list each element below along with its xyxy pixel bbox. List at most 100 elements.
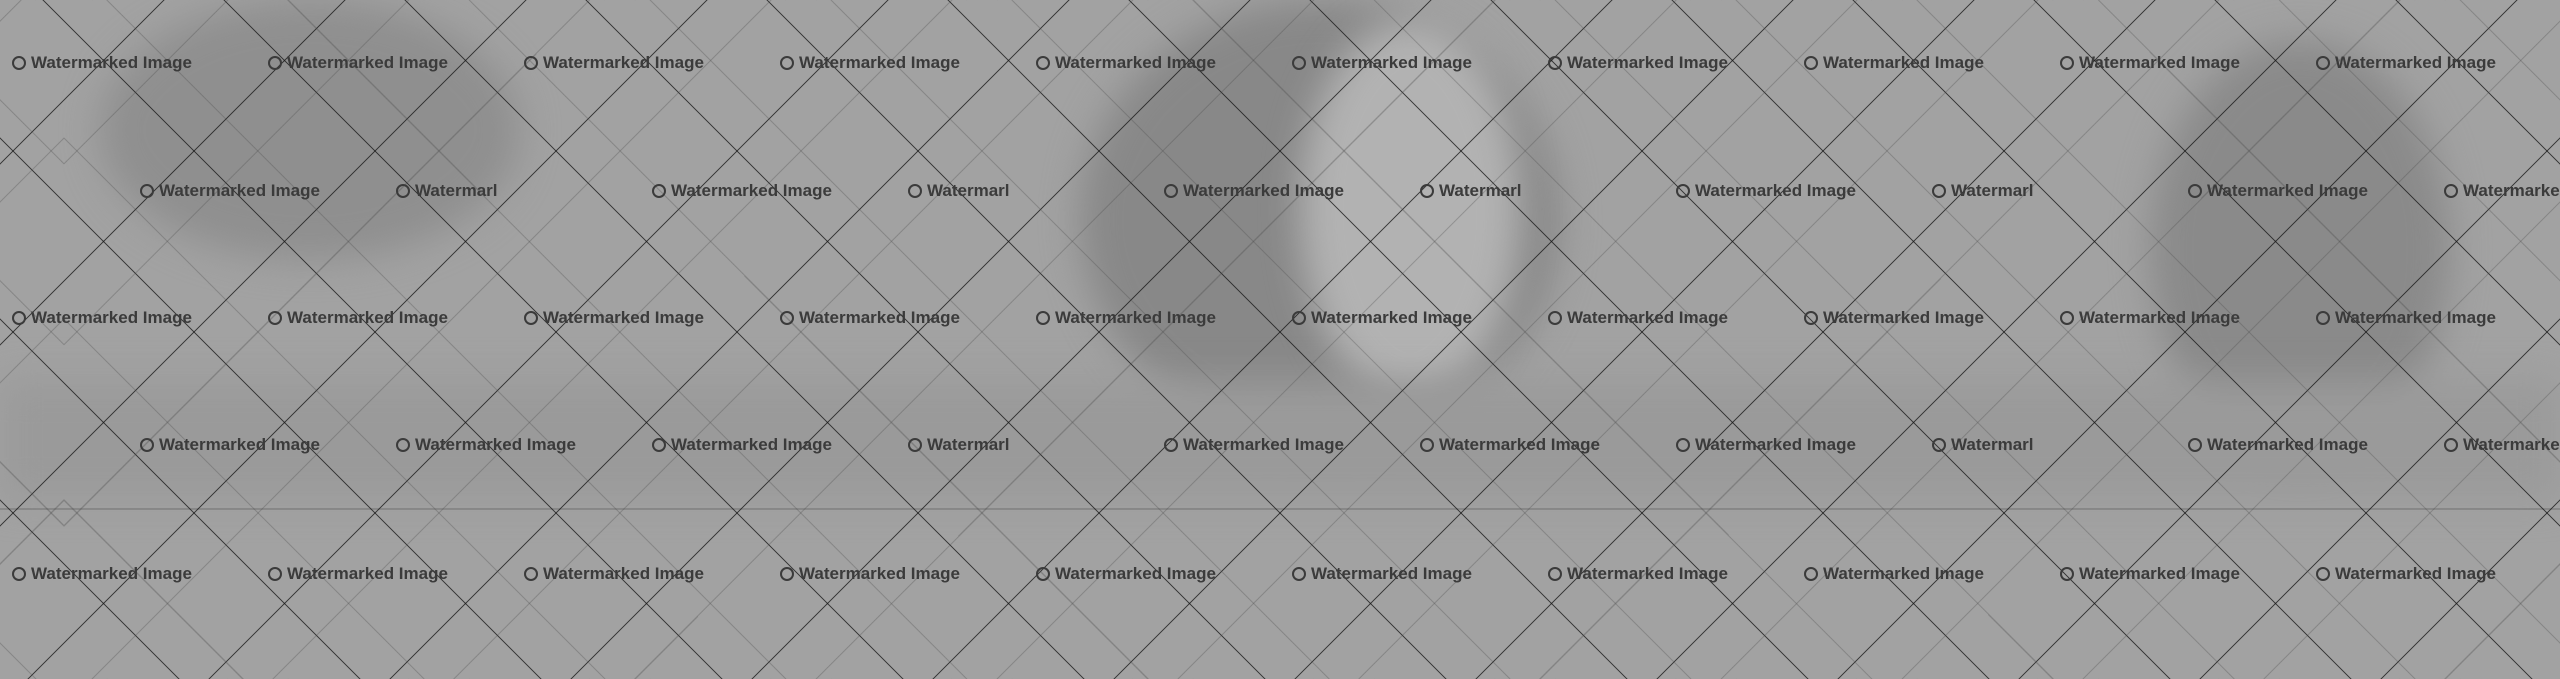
watermark-stamp: Watermarked Image (268, 564, 448, 584)
watermark-text: Watermarked Image (2335, 53, 2496, 72)
watermark-stamp: Watermarked Image (2444, 181, 2560, 201)
circle-icon (2444, 438, 2458, 452)
watermark-stamp: Watermarked Image (1548, 564, 1728, 584)
circle-icon (1804, 567, 1818, 581)
watermark-text: Watermarl (927, 435, 1010, 454)
watermark-text: Watermarl (1951, 435, 2034, 454)
watermark-stamp: Watermarked Image (140, 181, 320, 201)
watermark-stamp: Watermarked Image (1036, 564, 1216, 584)
circle-icon (2188, 438, 2202, 452)
watermark-stamp: Watermarked Image (1804, 564, 1984, 584)
watermark-stamp: Watermarked Image (2316, 53, 2496, 73)
watermark-text: Watermarked Image (1439, 435, 1600, 454)
watermark-text: Watermarked Image (2079, 308, 2240, 327)
circle-icon (1932, 184, 1946, 198)
watermark-text: Watermarked Image (1311, 53, 1472, 72)
circle-icon (1036, 567, 1050, 581)
watermark-stamp: Watermarked Image (2060, 53, 2240, 73)
watermark-stamp: Watermarked Image (1036, 53, 1216, 73)
watermark-stamp: Watermarked Image (2060, 564, 2240, 584)
watermark-text: Watermarked Image (159, 181, 320, 200)
watermark-text: Watermarked Image (2079, 564, 2240, 583)
watermark-text: Watermarked Image (1823, 308, 1984, 327)
watermark-row: Watermarked Image Watermarked Image Waterm… (0, 435, 2560, 455)
circle-icon (524, 311, 538, 325)
watermark-text: Watermarked Image (415, 435, 576, 454)
watermark-row: Watermarked Image Watermarl Watermarked Im… (0, 181, 2560, 201)
watermark-text: Watermarked Image (1055, 308, 1216, 327)
watermark-text: Watermarked Image (1567, 308, 1728, 327)
watermark-text: Watermarked Image (287, 308, 448, 327)
watermark-text: Watermarked Image (2463, 181, 2560, 200)
ground-line (0, 508, 2560, 510)
watermark-text: Watermarked Image (159, 435, 320, 454)
watermark-text: Watermarked Image (2207, 435, 2368, 454)
circle-icon (2060, 567, 2074, 581)
watermark-text: Watermarked Image (287, 53, 448, 72)
circle-icon (908, 438, 922, 452)
watermark-text: Watermarked Image (1823, 53, 1984, 72)
watermark-text: Watermarked Image (2207, 181, 2368, 200)
background-shape (100, 0, 520, 260)
circle-icon (140, 438, 154, 452)
watermark-text: Watermarked Image (2463, 435, 2560, 454)
watermark-stamp: Watermarked Image (1548, 308, 1728, 328)
watermark-stamp: Watermarked Image (1676, 435, 1856, 455)
circle-icon (2316, 311, 2330, 325)
watermark-text: Watermarked Image (31, 53, 192, 72)
circle-icon (908, 184, 922, 198)
watermark-text: Watermarked Image (1695, 181, 1856, 200)
watermark-text: Watermarked Image (2079, 53, 2240, 72)
watermark-stamp: Watermarked Image (1164, 181, 1344, 201)
watermark-stamp: Watermarl (1932, 435, 2034, 455)
circle-icon (2316, 56, 2330, 70)
circle-icon (1548, 311, 1562, 325)
circle-icon (652, 438, 666, 452)
circle-icon (780, 56, 794, 70)
watermark-stamp: Watermarked Image (12, 564, 192, 584)
watermark-stamp: Watermarked Image (2188, 181, 2368, 201)
watermark-text: Watermarked Image (799, 53, 960, 72)
watermark-text: Watermarked Image (1823, 564, 1984, 583)
watermark-stamp: Watermarked Image (1420, 435, 1600, 455)
watermark-text: Watermarked Image (31, 564, 192, 583)
watermark-stamp: Watermarked Image (2060, 308, 2240, 328)
circle-icon (140, 184, 154, 198)
watermark-row: Watermarked Image Watermarked Image Waterm… (0, 308, 2560, 328)
watermark-text: Watermarked Image (799, 308, 960, 327)
watermark-stamp: Watermarked Image (12, 308, 192, 328)
watermark-stamp: Watermarked Image (396, 435, 576, 455)
watermark-text: Watermarked Image (2335, 564, 2496, 583)
circle-icon (1164, 438, 1178, 452)
watermark-stamp: Watermarked Image (1292, 53, 1472, 73)
watermark-text: Watermarked Image (543, 308, 704, 327)
circle-icon (780, 567, 794, 581)
watermark-stamp: Watermarl (1420, 181, 1522, 201)
circle-icon (1548, 567, 1562, 581)
watermark-stamp: Watermarked Image (780, 308, 960, 328)
watermark-text: Watermarl (1439, 181, 1522, 200)
circle-icon (1676, 438, 1690, 452)
watermark-text: Watermarked Image (1183, 181, 1344, 200)
circle-icon (2316, 567, 2330, 581)
circle-icon (2188, 184, 2202, 198)
watermark-text: Watermarked Image (543, 564, 704, 583)
circle-icon (396, 184, 410, 198)
watermark-stamp: Watermarked Image (1548, 53, 1728, 73)
circle-icon (12, 311, 26, 325)
watermark-text: Watermarked Image (1055, 564, 1216, 583)
watermark-stamp: Watermarked Image (140, 435, 320, 455)
circle-icon (396, 438, 410, 452)
watermark-stamp: Watermarked Image (2316, 564, 2496, 584)
watermark-text: Watermarl (415, 181, 498, 200)
watermark-stamp: Watermarked Image (1804, 53, 1984, 73)
watermark-stamp: Watermarked Image (524, 53, 704, 73)
watermark-stamp: Watermarked Image (1164, 435, 1344, 455)
circle-icon (1036, 311, 1050, 325)
watermark-row: Watermarked Image Watermarked Image Waterm… (0, 564, 2560, 584)
watermark-text: Watermarked Image (1311, 308, 1472, 327)
circle-icon (12, 56, 26, 70)
watermark-text: Watermarked Image (1695, 435, 1856, 454)
circle-icon (268, 56, 282, 70)
watermark-text: Watermarked Image (671, 181, 832, 200)
